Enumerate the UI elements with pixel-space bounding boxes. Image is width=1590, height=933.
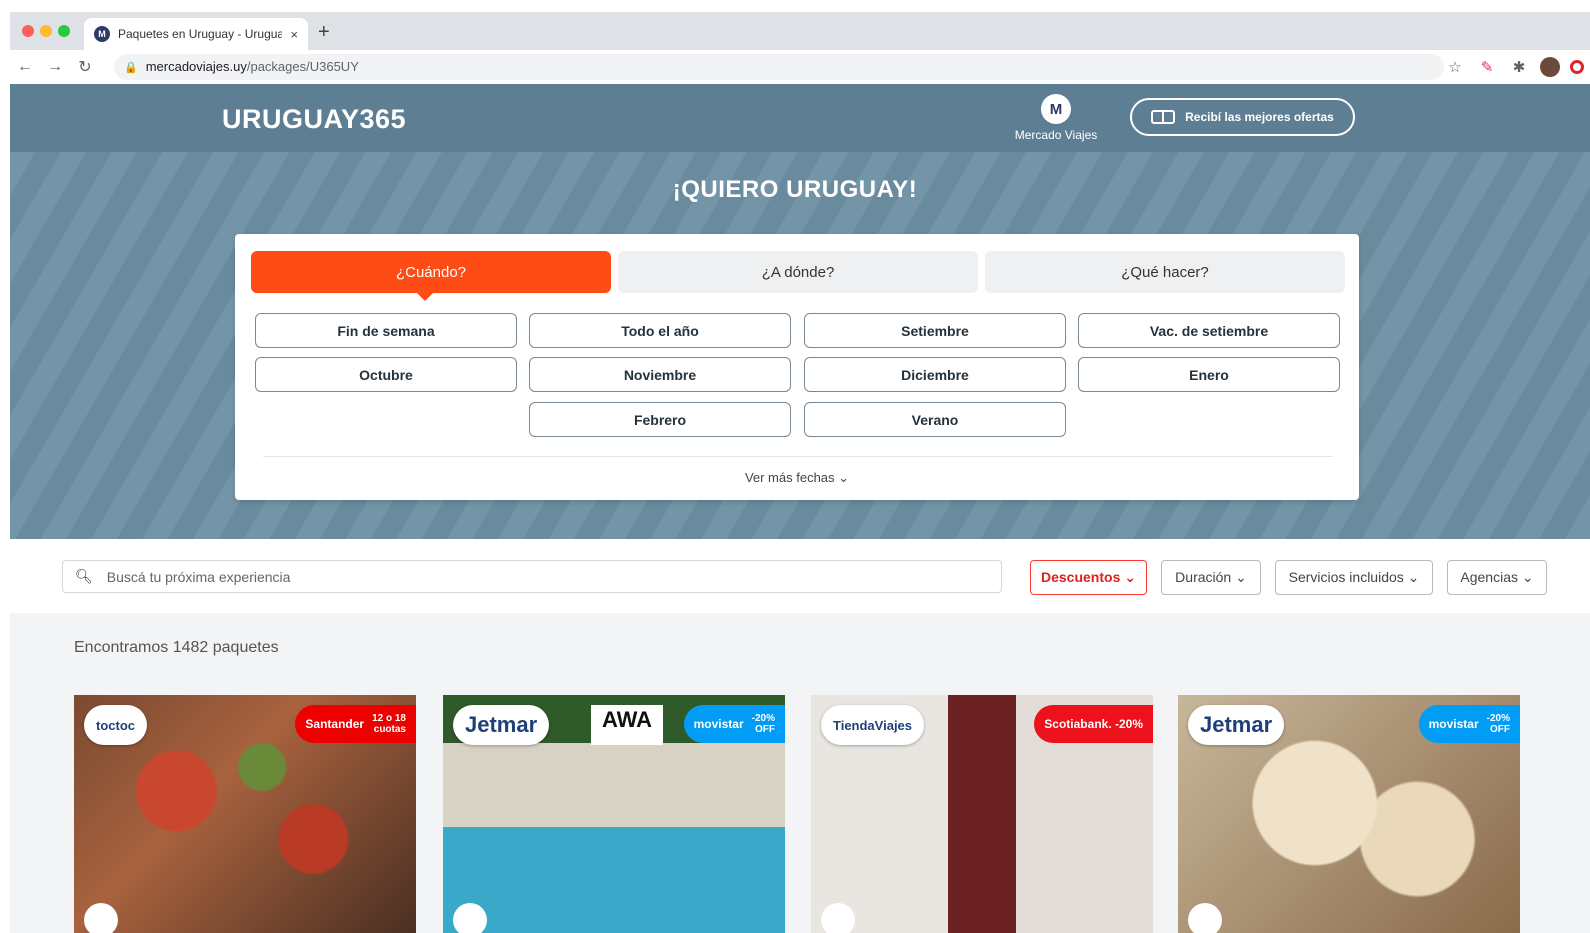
date-chip[interactable]: Febrero [529,402,791,437]
badge-label: movistar [1428,717,1479,731]
bank-badge: movistar -20% OFF [683,705,785,743]
browser-window: M Paquetes en Uruguay - Uruguay × + ← → … [10,12,1590,933]
search-input[interactable] [106,568,927,585]
forward-icon[interactable]: → [40,58,70,76]
bank-badge: Scotiabank. -20% [1034,705,1153,743]
tab-when[interactable]: ¿Cuándo? [251,251,611,301]
agency-logo: TiendaViajes [821,705,925,745]
favicon-icon: M [94,26,110,42]
bed-icon [821,903,855,933]
bank-badge: Santander 12 o 18 cuotas [295,705,416,743]
badge-label: Scotiabank. -20% [1044,717,1143,731]
profile-avatar[interactable] [1540,57,1560,77]
package-card[interactable]: TiendaViajes Scotiabank. -20% [811,695,1153,933]
date-chip[interactable]: Setiembre [804,313,1066,348]
url-host: mercadoviajes.uy [145,59,247,74]
badge-sublabel: -20% OFF [1486,713,1510,735]
minimize-window-button[interactable] [40,25,52,37]
badge-sublabel: 12 o 18 cuotas [372,713,406,735]
tab-strip: M Paquetes en Uruguay - Uruguay × + [10,12,1590,50]
package-card[interactable]: Jetmar movistar -20% OFF [1178,695,1520,933]
site-logo[interactable]: URUGUAY365 [222,104,406,135]
date-chip[interactable]: Noviembre [529,357,791,392]
close-tab-icon[interactable]: × [290,27,298,42]
subscribe-offers-button[interactable]: Recibí las mejores ofertas [1130,98,1355,136]
food-icon [84,903,118,933]
date-chip[interactable]: Enero [1078,357,1340,392]
extension-icon[interactable]: ✎ [1476,58,1498,76]
date-chip[interactable]: Octubre [255,357,517,392]
search-icon: 🔍︎ [75,568,93,584]
bed-icon [453,903,487,933]
reload-icon[interactable]: ↻ [70,57,100,77]
filter-bar: 🔍︎ Descuentos ⌄ Duración ⌄ Servicios inc… [10,539,1590,613]
date-chip[interactable]: Vac. de setiembre [1078,313,1340,348]
agency-logo: Jetmar [1188,705,1285,745]
close-window-button[interactable] [22,25,34,37]
back-icon[interactable]: ← [10,58,40,76]
maximize-window-button[interactable] [58,25,70,37]
discounts-filter-button[interactable]: Descuentos ⌄ [1030,560,1147,595]
mercado-viajes-link[interactable]: M Mercado Viajes [1010,94,1102,142]
more-dates-link[interactable]: Ver más fechas ⌄ [235,470,1359,486]
agency-logo: toctoc [84,705,147,745]
search-box: 🔍︎ [62,560,1002,593]
hotel-logo: AWA [591,705,663,745]
hero-section: ¡QUIERO URUGUAY! ¿Cuándo? ¿A dónde? ¿Qué… [10,152,1590,539]
agency-logo: Jetmar [453,705,550,745]
divider [263,456,1333,457]
badge-sublabel: -20% OFF [751,713,775,735]
new-tab-button[interactable]: + [318,21,330,44]
bank-badge: movistar -20% OFF [1418,705,1520,743]
badge-label: movistar [693,717,744,731]
date-chip[interactable]: Diciembre [804,357,1066,392]
date-chip[interactable]: Verano [804,402,1066,437]
lock-icon: 🔒 [124,61,138,74]
site-header: URUGUAY365 M Mercado Viajes Recibí las m… [10,84,1590,152]
web-page: URUGUAY365 M Mercado Viajes Recibí las m… [10,84,1590,933]
puzzle-icon[interactable]: ✱ [1508,58,1530,76]
url-path: /packages/U365UY [246,59,359,74]
tab-where[interactable]: ¿A dónde? [618,251,978,293]
date-chip[interactable]: Fin de semana [255,313,517,348]
search-panel: ¿Cuándo? ¿A dónde? ¿Qué hacer? Fin de se… [235,234,1359,500]
hero-title: ¡QUIERO URUGUAY! [672,176,918,203]
offers-label: Recibí las mejores ofertas [1185,110,1334,124]
duration-filter-button[interactable]: Duración ⌄ [1161,560,1261,595]
mercado-viajes-icon: M [1041,94,1071,124]
browser-tab[interactable]: M Paquetes en Uruguay - Uruguay × [84,18,308,50]
bookmark-star-icon[interactable]: ☆ [1444,58,1466,76]
agencies-filter-button[interactable]: Agencias ⌄ [1447,560,1547,595]
tab-title: Paquetes en Uruguay - Uruguay [118,27,283,41]
mercado-viajes-label: Mercado Viajes [1014,128,1098,142]
browser-toolbar: ← → ↻ 🔒 mercadoviajes.uy/packages/U365UY… [10,50,1590,84]
package-card[interactable]: toctoc Santander 12 o 18 cuotas [74,695,416,933]
tab-what-to-do[interactable]: ¿Qué hacer? [985,251,1345,293]
results-count: Encontramos 1482 paquetes [74,639,279,656]
opera-icon[interactable] [1570,60,1584,74]
date-chip[interactable]: Todo el año [529,313,791,348]
food-icon [1188,903,1222,933]
services-filter-button[interactable]: Servicios incluidos ⌄ [1275,560,1433,595]
address-bar[interactable]: 🔒 mercadoviajes.uy/packages/U365UY [114,54,1444,80]
package-card[interactable]: Jetmar AWA movistar -20% OFF [443,695,785,933]
mailbox-icon [1151,110,1176,124]
badge-label: Santander [305,717,365,731]
